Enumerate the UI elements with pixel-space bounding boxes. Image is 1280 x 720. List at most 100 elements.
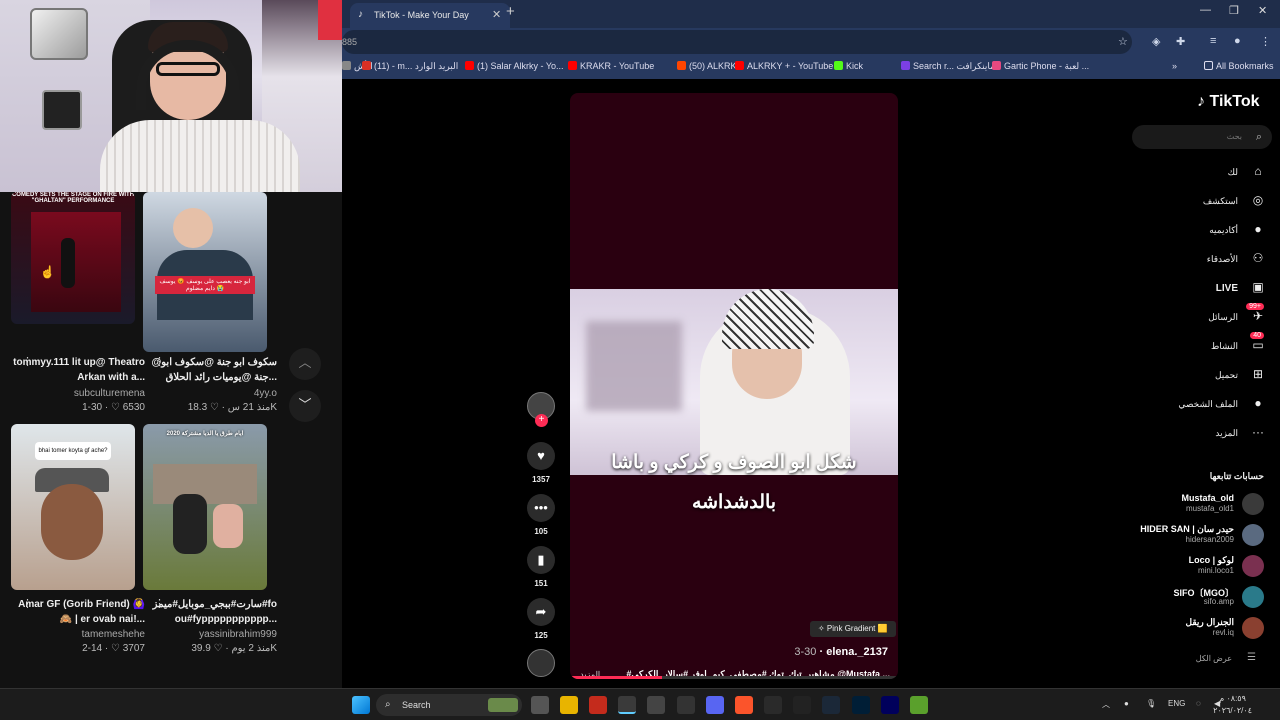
menu-icon[interactable]: ⋮ bbox=[1260, 35, 1271, 48]
video-card[interactable]: 2020 ايام طرق يا الديا مشتركة ⋮ سارت#ببج… bbox=[143, 424, 277, 656]
bookmark-item[interactable]: KRAKR - YouTube bbox=[568, 61, 654, 71]
bookmark-label: KRAKR - YouTube bbox=[580, 61, 655, 71]
tab-tiktok[interactable]: ♪ TikTok - Make Your Day ✕ bbox=[350, 3, 510, 28]
sidebar-item-avatar[interactable]: أكاديميه ● bbox=[1126, 220, 1266, 242]
more-bookmarks-icon[interactable]: » bbox=[1172, 61, 1177, 71]
search-icon[interactable]: ⌕ bbox=[1256, 125, 1262, 149]
follow-plus-icon[interactable]: + bbox=[535, 414, 548, 427]
video-player[interactable]: شكل ابو الصوف و كركي و باشا بالدشداشه ✧ … bbox=[570, 93, 898, 679]
like-action[interactable]: ♥ 1357 bbox=[527, 442, 555, 484]
bookmark-item[interactable]: Gartic Phone - لعبة ... bbox=[992, 61, 1089, 72]
comment-icon[interactable]: ••• bbox=[527, 494, 555, 522]
video-caption[interactable]: سارت#ببجي_موبايل#ميمز#fo ou#fypppppppppp… bbox=[143, 597, 277, 627]
minecraft-icon[interactable] bbox=[910, 696, 928, 714]
bookmark-item[interactable]: Kick bbox=[834, 61, 863, 71]
sidebar-item-more[interactable]: المزيد ··· bbox=[1126, 423, 1266, 445]
brave-icon[interactable] bbox=[735, 696, 753, 714]
restore-icon[interactable]: ❐ bbox=[1229, 4, 1239, 17]
sidebar-item-live[interactable]: LIVE ▣ bbox=[1126, 278, 1266, 300]
creator-avatar[interactable]: + bbox=[527, 392, 555, 427]
bookmark-item[interactable]: Search r... ماينكرافت bbox=[901, 61, 995, 72]
discord-icon[interactable] bbox=[706, 696, 724, 714]
bookmark-icon[interactable]: ▮ bbox=[527, 546, 555, 574]
following-account[interactable]: الجنرال ريقل revl.iq bbox=[1104, 616, 1264, 642]
capcut-icon[interactable] bbox=[793, 696, 811, 714]
video-card[interactable]: bhai tomer koyta gf ache? ⋮ Amar GF (Gor… bbox=[11, 424, 145, 656]
tray-chevron-icon[interactable]: ︿ bbox=[1102, 699, 1110, 710]
video-author[interactable]: yassinibrahim999 bbox=[143, 629, 277, 640]
video-author[interactable]: tamemeshehe bbox=[11, 629, 145, 640]
new-tab-button[interactable]: + bbox=[506, 3, 515, 20]
tiktok-logo[interactable]: ♪ TikTok bbox=[1197, 93, 1260, 111]
following-account[interactable]: SIFO〔MGO〕 sifo.amp bbox=[1104, 585, 1264, 611]
video-author[interactable]: subculturemena bbox=[11, 388, 145, 399]
tray-app-icon[interactable]: ● bbox=[1124, 699, 1129, 708]
sidebar-item-profile[interactable]: الملف الشخصي ● bbox=[1126, 394, 1266, 416]
search-input[interactable]: بحث ⌕ bbox=[1132, 125, 1272, 149]
photoshop-icon[interactable] bbox=[852, 696, 870, 714]
app-icon-3[interactable] bbox=[764, 696, 782, 714]
save-action[interactable]: ▮ 151 bbox=[527, 546, 555, 588]
sidebar-item-home[interactable]: لك ⌂ bbox=[1126, 162, 1266, 184]
windows-start-icon[interactable] bbox=[352, 696, 370, 714]
language-indicator[interactable]: ENG bbox=[1168, 699, 1185, 708]
video-progress-bar[interactable] bbox=[570, 676, 898, 679]
next-video-button[interactable]: ﹀ bbox=[289, 390, 321, 422]
steam-icon[interactable] bbox=[822, 696, 840, 714]
comment-action[interactable]: ••• 105 bbox=[527, 494, 555, 536]
bookmark-star-icon[interactable]: ☆ bbox=[1118, 35, 1128, 48]
premiere-icon[interactable] bbox=[881, 696, 899, 714]
network-icon[interactable]: ◌ bbox=[1196, 699, 1201, 708]
video-card[interactable]: COMEDY SETS THE STAGE ON FIRE WITH "GHAL… bbox=[11, 192, 145, 424]
sound-disc[interactable] bbox=[527, 649, 555, 677]
taskbar-search[interactable]: ⌕ Search bbox=[376, 694, 522, 716]
previous-video-button[interactable]: ︿ bbox=[289, 348, 321, 380]
extension-icon[interactable]: ◈ bbox=[1152, 35, 1160, 48]
close-window-icon[interactable]: ✕ bbox=[1258, 4, 1267, 17]
puzzle-icon[interactable]: ✚ bbox=[1176, 35, 1185, 48]
all-bookmarks-button[interactable]: All Bookmarks bbox=[1204, 61, 1274, 71]
system-clock[interactable]: ٠٨:٥٩ م ٢٠٢٦/٠٢/٠٤ bbox=[1213, 693, 1252, 717]
show-all-link[interactable]: عرض الكل bbox=[1196, 654, 1232, 663]
sidebar-item-messages[interactable]: الرسائل ✈ 99+ bbox=[1126, 303, 1266, 329]
sidebar-item-compass[interactable]: استكشف ◎ bbox=[1126, 191, 1266, 213]
sidebar-item-activity[interactable]: النشاط ▭ 40 bbox=[1126, 332, 1266, 358]
profile-avatar-icon[interactable]: ● bbox=[1234, 35, 1241, 47]
video-thumbnail[interactable]: bhai tomer koyta gf ache? bbox=[11, 424, 135, 590]
bookmark-item[interactable]: (11) - m... البريد الوارد bbox=[362, 61, 458, 72]
heart-icon[interactable]: ♥ bbox=[527, 442, 555, 470]
bookmark-item[interactable]: (1) Salar Alkrky - Yo... bbox=[465, 61, 564, 71]
video-caption[interactable]: Amar GF (Gorib Friend) 🙆‍♀️🙈 | er ovab n… bbox=[11, 597, 145, 627]
microphone-icon[interactable]: 🎙 bbox=[1146, 699, 1156, 708]
share-count: 125 bbox=[534, 631, 548, 640]
video-thumbnail[interactable]: ابو جنه يعصب على يوسف 😡 يوسف دايم مضلوم … bbox=[143, 192, 267, 352]
video-thumbnail[interactable]: 2020 ايام طرق يا الديا مشتركة bbox=[143, 424, 267, 590]
video-author[interactable]: 4yy.o bbox=[143, 388, 277, 399]
following-account[interactable]: HIDER SAN | حيدر سان hidersan2009 bbox=[1104, 523, 1264, 549]
store-icon[interactable] bbox=[589, 696, 607, 714]
video-caption[interactable]: tommyy.111 lit up@ Theatro Arkan with a.… bbox=[11, 355, 145, 385]
video-author-line[interactable]: 3-30 · elena._2137 bbox=[794, 646, 888, 658]
video-caption[interactable]: @سكوف ابو جنة @سكوف ابو جنة @يوميات رائد… bbox=[143, 355, 277, 385]
app-icon-2[interactable] bbox=[677, 696, 695, 714]
address-bar[interactable]: 885 bbox=[342, 30, 1132, 54]
media-icon[interactable]: ≡ bbox=[1210, 35, 1216, 47]
close-tab-icon[interactable]: ✕ bbox=[492, 3, 501, 28]
video-thumbnail[interactable]: COMEDY SETS THE STAGE ON FIRE WITH "GHAL… bbox=[11, 192, 135, 324]
chrome-icon[interactable] bbox=[618, 696, 636, 714]
file-explorer-icon[interactable] bbox=[560, 696, 578, 714]
effect-badge[interactable]: ✧ Pink Gradient 🟨 bbox=[810, 621, 896, 637]
sidebar-item-upload[interactable]: تحميل ⊞ bbox=[1126, 365, 1266, 387]
sidebar-item-friends[interactable]: الأصدقاء ⚇ bbox=[1126, 249, 1266, 271]
share-action[interactable]: ➦ 125 bbox=[527, 598, 555, 640]
following-account[interactable]: Loco | لوكو mini.loco1 bbox=[1104, 554, 1264, 580]
video-card[interactable]: ابو جنه يعصب على يوسف 😡 يوسف دايم مضلوم … bbox=[143, 192, 277, 424]
following-account[interactable]: Mustafa_old mustafa_old1 bbox=[1104, 492, 1264, 518]
video-date: 1-30 bbox=[82, 402, 103, 413]
bookmark-item[interactable]: (50) ALKRKY bbox=[677, 61, 743, 71]
app-icon-1[interactable] bbox=[647, 696, 665, 714]
bookmark-item[interactable]: ALKRKY + - YouTube bbox=[735, 61, 833, 71]
minimize-icon[interactable]: — bbox=[1200, 4, 1211, 16]
task-view-icon[interactable] bbox=[531, 696, 549, 714]
share-icon[interactable]: ➦ bbox=[527, 598, 555, 626]
